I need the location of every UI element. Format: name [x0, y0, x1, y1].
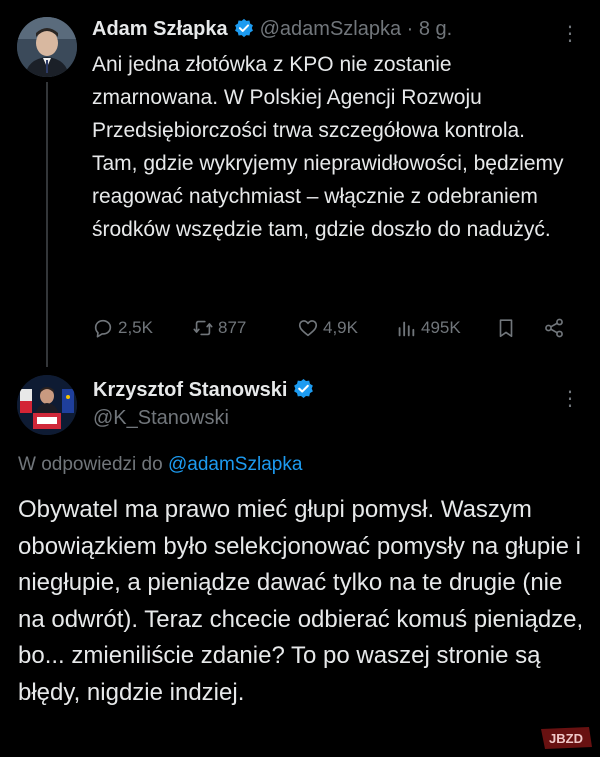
thread-line [46, 82, 48, 367]
reply-count: 2,5K [118, 318, 153, 337]
share-icon [545, 318, 563, 338]
tweet-text: Ani jedna złotówka z KPO nie zostanie zm… [92, 53, 564, 241]
views-count: 495K [421, 318, 461, 337]
author-handle[interactable]: @K_Stanowski [93, 407, 229, 430]
tweet-adam-szlapka: Adam Szłapka @adamSzlapka · 8 g. ⋮ Ani je… [0, 0, 600, 367]
author-name-line: Krzysztof Stanowski [93, 378, 320, 405]
verified-badge-icon [293, 378, 314, 405]
avatar[interactable] [17, 375, 77, 435]
reply-prefix: W odpowiedzi do [18, 454, 163, 475]
like-count: 4,9K [323, 318, 358, 337]
repost-button[interactable]: 877 [192, 312, 246, 344]
reply-to-link[interactable]: @adamSzlapka [168, 454, 302, 475]
bookmark-button[interactable] [495, 312, 517, 344]
heart-icon [298, 320, 318, 337]
avatar[interactable] [17, 17, 77, 77]
jbzd-watermark-logo: JBZD [537, 725, 595, 751]
like-button[interactable]: 4,9K [297, 312, 358, 344]
share-button[interactable] [543, 312, 565, 344]
more-options-icon[interactable]: ⋮ [558, 22, 582, 46]
repost-count: 877 [218, 318, 247, 337]
tweet-text: Obywatel ma prawo mieć głupi pomysł. Was… [18, 496, 584, 706]
views-chart-icon [398, 321, 415, 337]
tweet-krzysztof-stanowski: Krzysztof Stanowski @K_Stanowski [0, 365, 600, 445]
repost-icon [193, 320, 213, 336]
more-options-icon[interactable]: ⋮ [558, 387, 582, 411]
bookmark-icon [499, 319, 513, 338]
reply-context: W odpowiedzi do @adamSzlapka [18, 454, 302, 476]
avatar-podium-icon [17, 375, 77, 435]
author-name[interactable]: Krzysztof Stanowski [93, 379, 287, 401]
reply-icon [94, 319, 112, 338]
verified-badge-icon [234, 18, 254, 44]
tweet-actions: 2,5K 877 4,9K 495K [92, 312, 582, 344]
watermark-text: JBZD [549, 731, 583, 746]
timestamp[interactable]: · 8 g. [407, 18, 453, 40]
views-button[interactable]: 495K [395, 312, 461, 344]
author-name[interactable]: Adam Szłapka [92, 18, 228, 40]
tweet-header: Adam Szłapka @adamSzlapka · 8 g. [92, 18, 452, 44]
avatar-portrait-icon [17, 17, 77, 77]
reply-button[interactable]: 2,5K [92, 312, 153, 344]
author-handle[interactable]: @adamSzlapka [260, 18, 401, 40]
